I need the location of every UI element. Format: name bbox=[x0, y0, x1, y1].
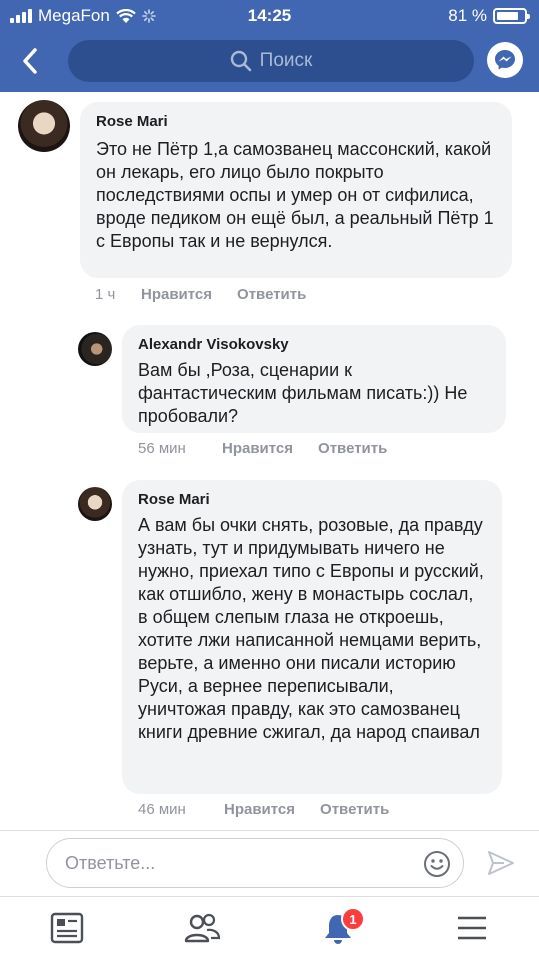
notifications-badge: 1 bbox=[341, 907, 365, 931]
reply-button[interactable]: Ответить bbox=[237, 286, 306, 303]
nav-row: Поиск bbox=[0, 38, 539, 84]
comment-author[interactable]: Rose Mari bbox=[138, 490, 486, 510]
status-bar: MegaFon 14:25 81 % bbox=[0, 0, 539, 32]
friends-icon bbox=[184, 913, 221, 943]
comment-bubble: Alexandr Visokovsky Вам бы ,Роза, сценар… bbox=[122, 325, 506, 433]
comment-actions: 1 ч Нравится Ответить bbox=[95, 286, 306, 303]
battery-icon bbox=[493, 8, 530, 24]
comment-time: 1 ч bbox=[95, 286, 116, 303]
reply-button[interactable]: Ответить bbox=[318, 440, 387, 457]
battery-percent: 81 % bbox=[448, 6, 487, 25]
send-icon bbox=[488, 851, 514, 875]
avatar[interactable] bbox=[78, 487, 112, 521]
reply-input[interactable]: Ответьте... bbox=[46, 838, 464, 888]
emoji-icon[interactable] bbox=[423, 850, 451, 878]
tab-news-feed[interactable] bbox=[47, 909, 87, 947]
reply-button[interactable]: Ответить bbox=[320, 801, 389, 818]
tab-bar: 1 bbox=[0, 896, 539, 960]
search-input[interactable]: Поиск bbox=[68, 40, 474, 82]
messenger-icon bbox=[495, 50, 515, 70]
comment-author[interactable]: Rose Mari bbox=[96, 112, 496, 132]
tab-friends[interactable] bbox=[182, 909, 222, 947]
comment-actions: 46 мин Нравится Ответить bbox=[138, 801, 389, 818]
back-button[interactable] bbox=[14, 44, 46, 78]
comment-bubble: Rose Mari А вам бы очки снять, розовые, … bbox=[122, 480, 502, 794]
avatar[interactable] bbox=[78, 332, 112, 366]
comment-bubble: Rose Mari Это не Пётр 1,а самозванец мас… bbox=[80, 102, 512, 278]
app-header: MegaFon 14:25 81 % Поиск bbox=[0, 0, 539, 92]
search-placeholder: Поиск bbox=[259, 50, 313, 71]
comment-author[interactable]: Alexandr Visokovsky bbox=[138, 335, 490, 355]
avatar[interactable] bbox=[18, 100, 70, 152]
battery-fill bbox=[497, 12, 519, 20]
comment-text: А вам бы очки снять, розовые, да правду … bbox=[138, 515, 484, 742]
comment-time: 56 мин bbox=[138, 440, 186, 457]
like-button[interactable]: Нравится bbox=[222, 440, 293, 457]
status-right: 81 % bbox=[448, 6, 530, 26]
divider bbox=[0, 830, 539, 831]
menu-icon bbox=[458, 916, 486, 940]
comment-actions: 56 мин Нравится Ответить bbox=[138, 440, 387, 457]
comment-text: Вам бы ,Роза, сценарии к фантастическим … bbox=[138, 360, 468, 426]
search-icon bbox=[230, 50, 251, 72]
comment-text: Это не Пётр 1,а самозванец массонский, к… bbox=[96, 139, 494, 251]
like-button[interactable]: Нравится bbox=[141, 286, 212, 303]
like-button[interactable]: Нравится bbox=[224, 801, 295, 818]
news-feed-icon bbox=[50, 912, 84, 944]
reply-placeholder: Ответьте... bbox=[65, 853, 156, 873]
tab-menu[interactable] bbox=[452, 909, 492, 947]
comment-time: 46 мин bbox=[138, 801, 186, 818]
messenger-button[interactable] bbox=[487, 42, 523, 78]
chevron-left-icon bbox=[23, 48, 37, 74]
send-button[interactable] bbox=[484, 846, 518, 880]
